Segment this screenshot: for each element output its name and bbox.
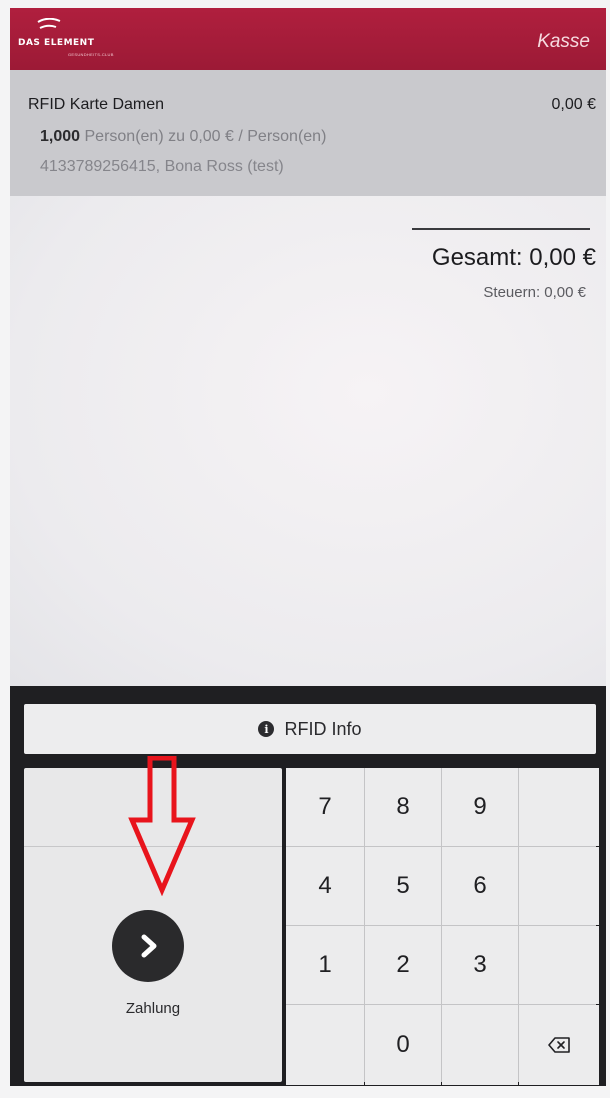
item-card-info: 4133789256415, Bona Ross (test) xyxy=(40,158,284,175)
pos-screen: DAS ELEMENT GESUNDHEITS-CLUB Kasse RFID … xyxy=(10,8,606,1086)
key-blank xyxy=(519,847,599,925)
order-taxes: Steuern: 0,00 € xyxy=(483,284,586,301)
app-header: DAS ELEMENT GESUNDHEITS-CLUB Kasse xyxy=(10,8,606,70)
key-7[interactable]: 7 xyxy=(286,768,364,846)
key-4[interactable]: 4 xyxy=(286,847,364,925)
key-blank xyxy=(519,768,599,846)
payment-divider xyxy=(24,846,282,847)
logo-text: DAS ELEMENT xyxy=(18,38,95,48)
logo-subtext: GESUNDHEITS-CLUB xyxy=(68,52,114,57)
order-total: Gesamt: 0,00 € xyxy=(431,244,596,271)
logo-mark-icon xyxy=(37,18,61,29)
key-blank xyxy=(519,926,599,1004)
keypad-container: Zahlung 7 8 9 4 5 6 1 2 3 0 xyxy=(24,768,599,1085)
key-9[interactable]: 9 xyxy=(442,768,518,846)
item-unit-text: Person(en) zu 0,00 € / Person(en) xyxy=(84,128,327,145)
key-5[interactable]: 5 xyxy=(365,847,441,925)
item-quantity: 1,000 xyxy=(40,128,81,145)
item-quantity-detail: 1,000 Person(en) zu 0,00 € / Person(en) xyxy=(40,128,326,146)
payment-area: Zahlung xyxy=(24,768,282,1082)
item-name: RFID Karte Damen xyxy=(28,96,165,113)
backspace-icon xyxy=(548,1037,570,1053)
numeric-keypad: 7 8 9 4 5 6 1 2 3 0 xyxy=(286,768,599,1085)
key-3[interactable]: 3 xyxy=(442,926,518,1004)
info-circle-icon: i xyxy=(258,721,275,737)
key-blank xyxy=(442,1005,518,1085)
key-6[interactable]: 6 xyxy=(442,847,518,925)
rfid-info-label: RFID Info xyxy=(284,718,362,739)
payment-label: Zahlung xyxy=(125,1000,181,1017)
backspace-key[interactable] xyxy=(519,1005,599,1085)
key-blank xyxy=(286,1005,364,1085)
page-title[interactable]: Kasse xyxy=(537,31,590,53)
action-panel: i RFID Info Zahlung 7 8 9 4 5 6 1 2 3 0 xyxy=(10,686,606,1086)
chevron-right-circle-icon xyxy=(141,934,157,958)
rfid-info-button[interactable]: i RFID Info xyxy=(24,704,596,754)
key-2[interactable]: 2 xyxy=(365,926,441,1004)
payment-button[interactable] xyxy=(112,910,184,982)
total-divider xyxy=(412,228,590,230)
key-8[interactable]: 8 xyxy=(365,768,441,846)
item-price: 0,00 € xyxy=(551,96,596,113)
key-1[interactable]: 1 xyxy=(286,926,364,1004)
order-content-area: Gesamt: 0,00 € Steuern: 0,00 € xyxy=(10,196,606,686)
key-0[interactable]: 0 xyxy=(365,1005,441,1085)
order-line-item[interactable]: RFID Karte Damen 0,00 € 1,000 Person(en)… xyxy=(10,70,606,196)
brand-logo: DAS ELEMENT GESUNDHEITS-CLUB xyxy=(18,18,158,62)
